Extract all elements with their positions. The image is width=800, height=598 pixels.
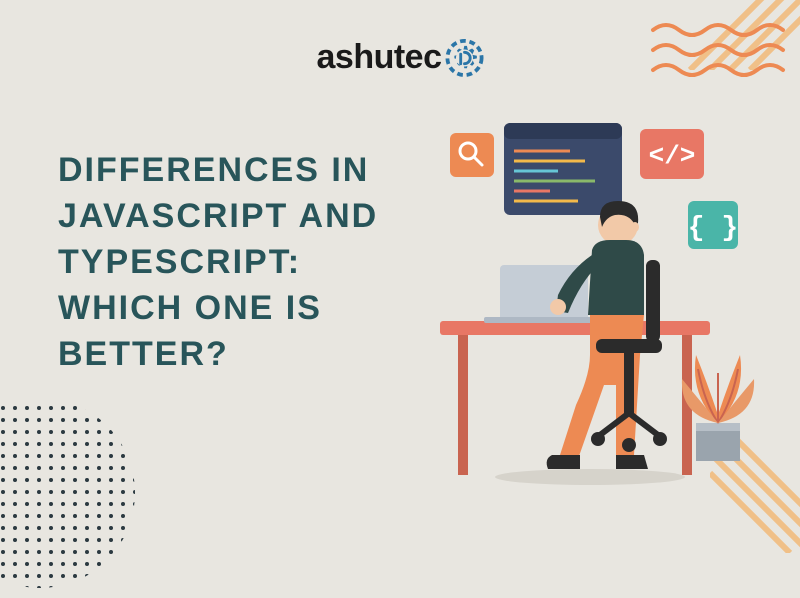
code-tag-icon: </>	[640, 129, 704, 179]
search-icon	[450, 133, 494, 177]
code-window-icon	[504, 123, 622, 215]
svg-text:{ }: { }	[688, 213, 738, 244]
brand-name: ashutec	[317, 38, 442, 77]
decoration-waves	[648, 18, 788, 88]
svg-text:</>: </>	[649, 141, 696, 171]
plant	[682, 355, 754, 461]
brand-logo: ashutec	[317, 38, 484, 77]
article-title: DIFFERENCES IN JAVASCRIPT AND TYPESCRIPT…	[58, 148, 418, 377]
braces-icon: { }	[688, 201, 738, 249]
decoration-dots-circle	[0, 393, 140, 593]
gear-icon	[446, 39, 484, 77]
desk	[440, 321, 710, 335]
developer-illustration: </> { }	[440, 115, 770, 495]
